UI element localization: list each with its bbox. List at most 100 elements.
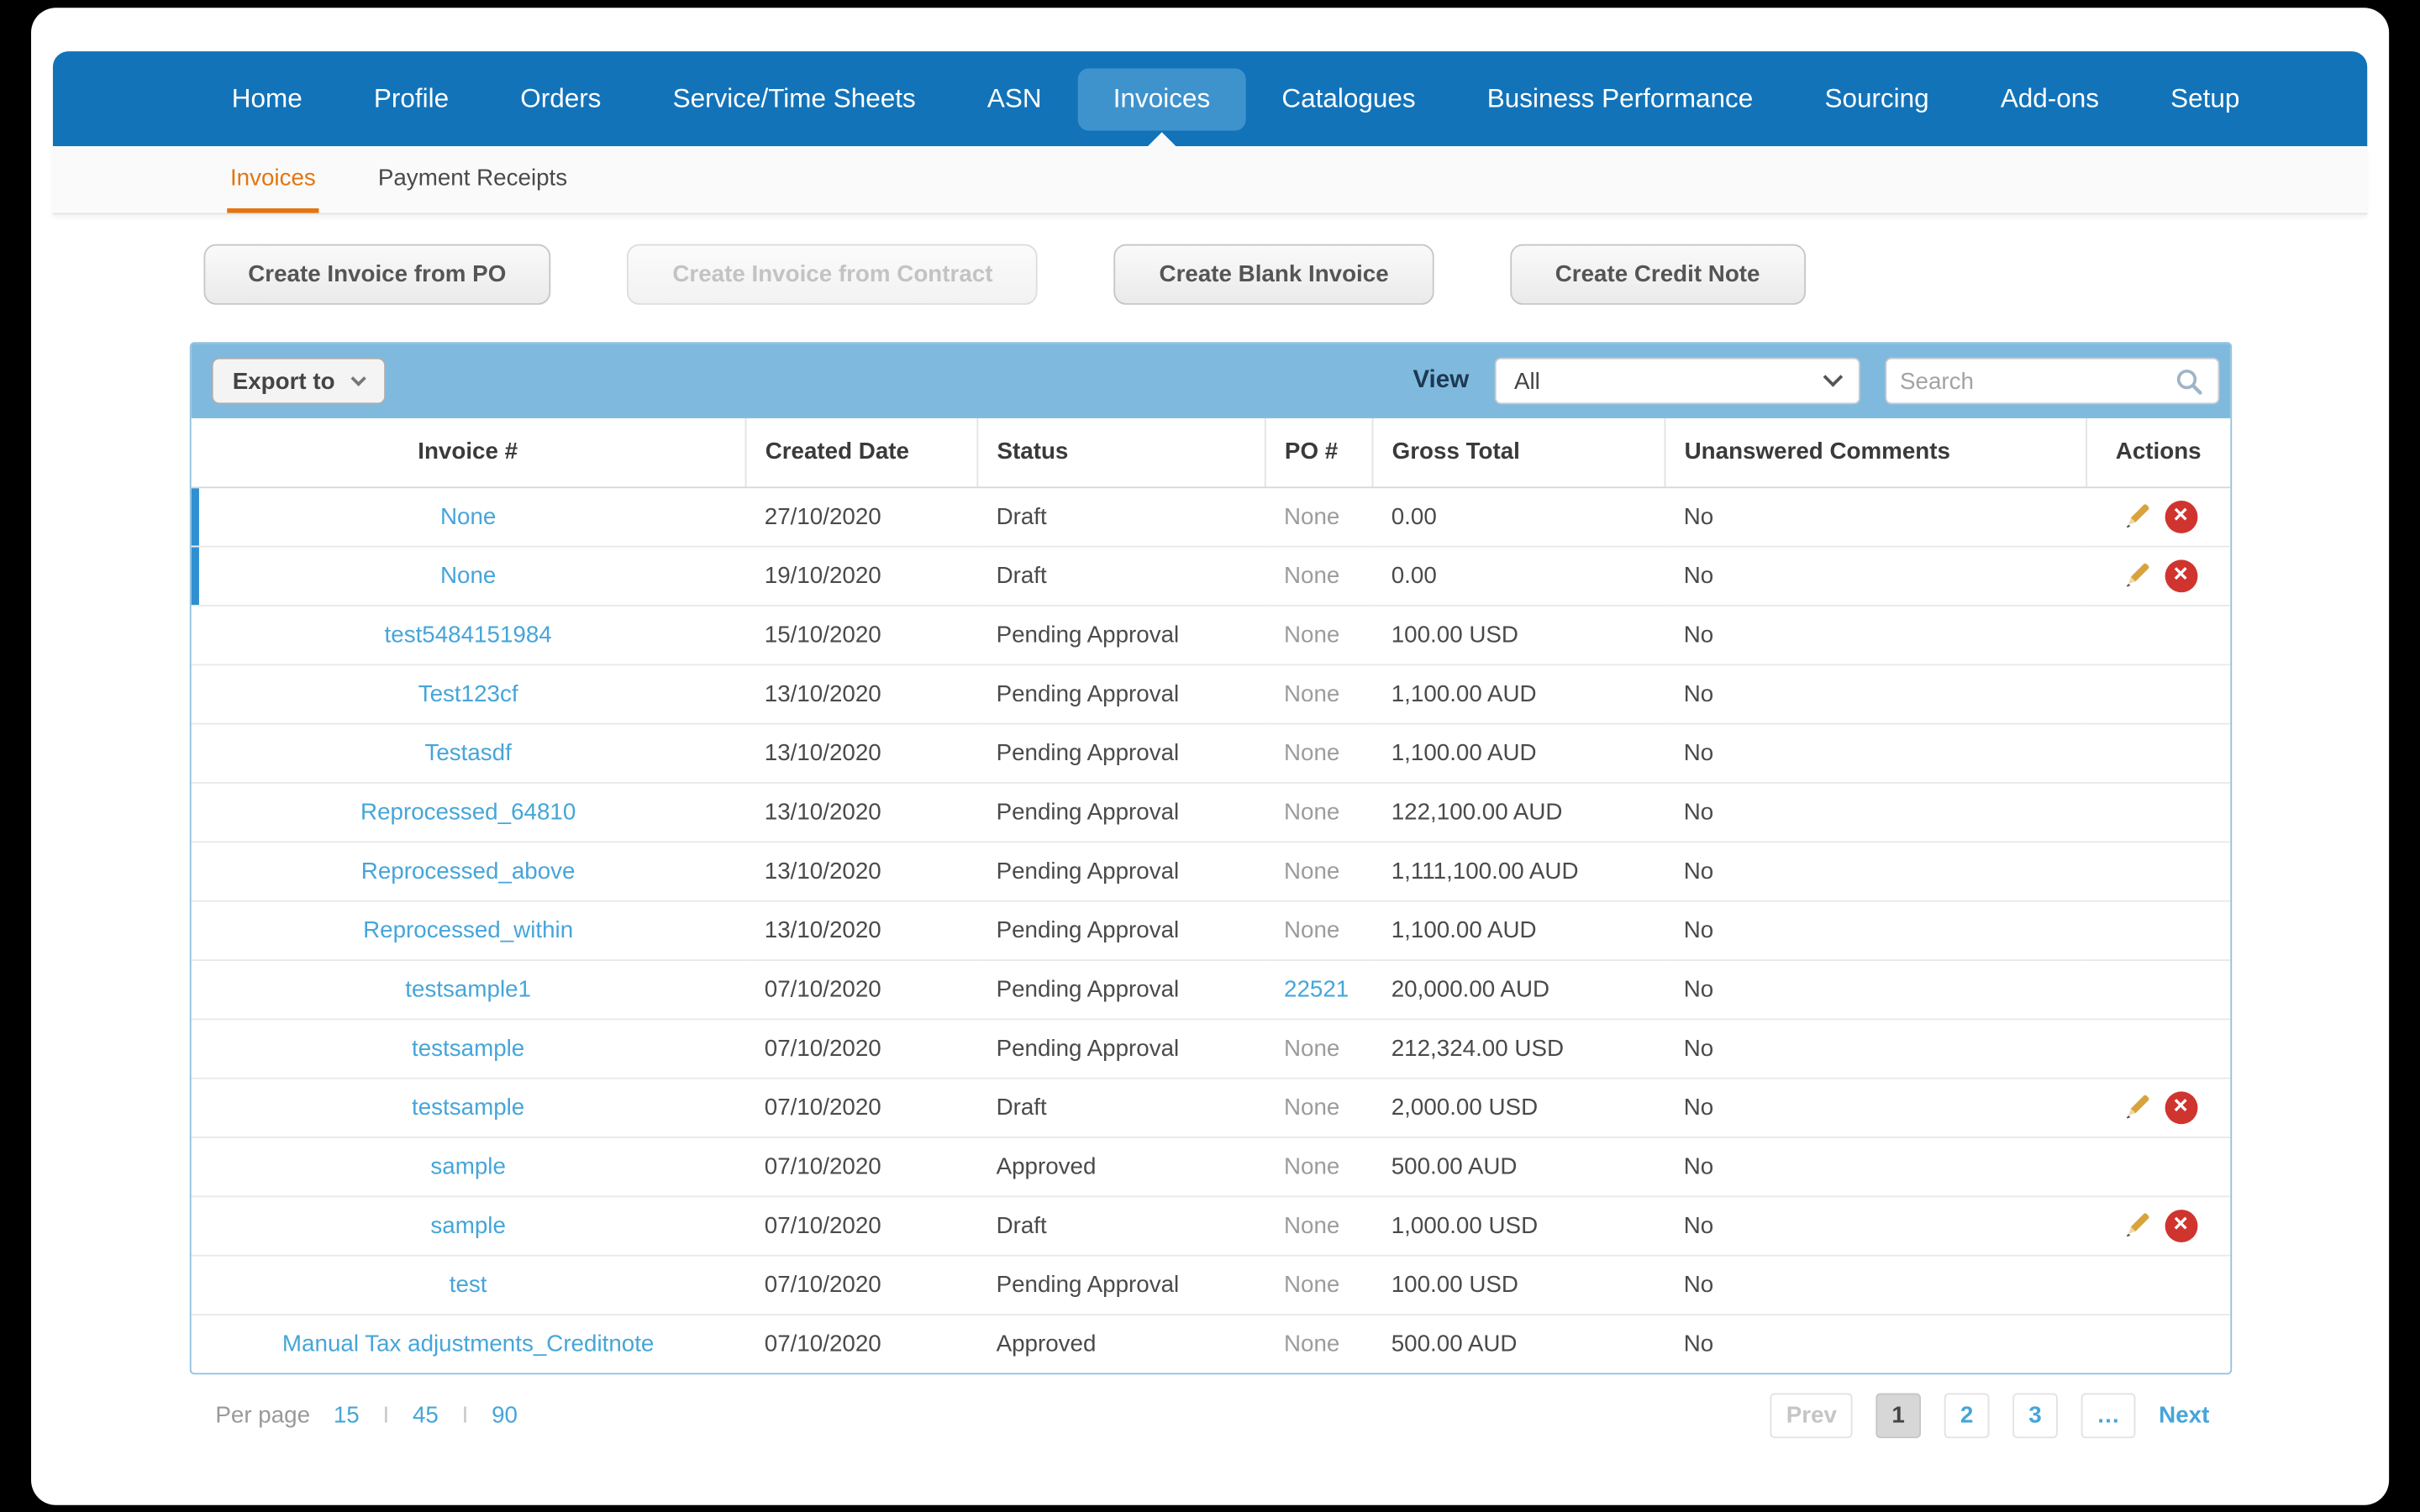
invoice-link[interactable]: Reprocessed_64810 [360,798,576,824]
nav-item-asn[interactable]: ASN [951,68,1077,130]
edit-pencil-icon[interactable] [2119,559,2154,593]
column-header-actions[interactable]: Actions [2086,417,2230,488]
export-to-button[interactable]: Export to [210,357,387,405]
nav-item-label: Business Performance [1486,83,1754,113]
nav-item-business-performance[interactable]: Business Performance [1451,68,1789,130]
unanswered-comments-cell: No [1665,722,2087,783]
nav-item-profile[interactable]: Profile [338,68,484,130]
invoice-link[interactable]: Reprocessed_within [363,916,573,942]
pagination-ellipsis[interactable]: … [2081,1393,2136,1439]
per-page-option-45[interactable]: 45 [413,1403,439,1429]
created-date-cell: 07/10/2020 [745,1314,978,1373]
status-cell: Pending Approval [977,664,1265,724]
po-value: None [1284,916,1340,943]
per-page-option-15[interactable]: 15 [334,1403,360,1429]
nav-item-invoices[interactable]: Invoices [1077,67,1246,147]
chevron-down-icon [1822,367,1843,387]
invoice-link[interactable]: None [440,562,496,588]
unanswered-comments-cell: No [1665,782,2087,843]
invoice-link[interactable]: Testasdf [424,739,511,765]
created-date-cell: 13/10/2020 [745,900,978,960]
nav-item-label: Service/Time Sheets [672,83,916,113]
per-page-option-90[interactable]: 90 [492,1403,518,1429]
invoice-link[interactable]: test5484151984 [385,621,552,647]
status-cell: Draft [977,1195,1265,1256]
invoice-link[interactable]: testsample [412,1035,524,1061]
table-row: None 27/10/2020 Draft None 0.00 No × [190,486,2230,547]
po-value: None [1284,1211,1340,1239]
column-header-invoice[interactable]: Invoice # [190,417,747,488]
per-page-separator: I [461,1402,469,1430]
prev-page-button: Prev [1770,1393,1853,1439]
invoice-cell: None [190,486,746,547]
unanswered-comments-cell: No [1665,959,2087,1020]
table-row: Reprocessed_64810 13/10/2020 Pending Appro… [190,782,2230,843]
nav-item-catalogues[interactable]: Catalogues [1246,68,1451,130]
nav-item-sourcing[interactable]: Sourcing [1789,68,1965,130]
po-cell: None [1265,545,1373,606]
invoice-link[interactable]: Manual Tax adjustments_Creditnote [282,1331,654,1357]
column-header-created-date[interactable]: Created Date [745,417,979,488]
create-invoice-from-contract-button: Create Invoice from Contract [627,244,1039,305]
delete-icon[interactable]: × [2164,500,2197,533]
edit-pencil-icon[interactable] [2119,499,2154,533]
invoice-link[interactable]: test [450,1271,487,1297]
table-body: None 27/10/2020 Draft None 0.00 No × None 19/10/… [190,486,2230,1373]
po-value: None [1284,1271,1340,1298]
next-page-button[interactable]: Next [2159,1403,2209,1429]
column-header-status[interactable]: Status [977,417,1266,488]
po-link[interactable]: 22521 [1284,976,1349,1002]
search-box [1884,357,2219,405]
po-cell: None [1265,1018,1373,1079]
nav-item-add-ons[interactable]: Add-ons [1965,68,2134,130]
main-nav: Home Profile Orders Service/Time Sheets ASN I… [52,51,2368,147]
gross-total-cell: 0.00 [1372,486,1665,547]
unanswered-comments-cell: No [1665,545,2087,606]
gross-total-cell: 1,100.00 AUD [1372,722,1665,783]
page-button-3[interactable]: 3 [2012,1393,2058,1439]
actions-cell [2086,1254,2230,1315]
actions-cell: × [2086,1195,2230,1256]
delete-icon[interactable]: × [2164,1209,2197,1242]
status-cell: Pending Approval [977,959,1265,1020]
delete-icon[interactable]: × [2164,559,2197,592]
invoice-link[interactable]: Reprocessed_above [361,858,576,884]
unanswered-comments-cell: No [1665,1018,2087,1079]
create-invoice-from-po-button[interactable]: Create Invoice from PO [203,244,551,305]
invoice-link[interactable]: testsample1 [405,976,531,1002]
search-icon[interactable] [2174,366,2203,396]
edit-pencil-icon[interactable] [2119,1090,2154,1125]
invoice-link[interactable]: sample [430,1212,506,1238]
search-input[interactable] [1899,367,2174,395]
gross-total-cell: 100.00 USD [1372,1254,1665,1315]
column-header-po[interactable]: PO # [1265,417,1374,488]
view-select-value: All [1513,367,1540,395]
subnav-item-invoices[interactable]: Invoices [227,146,319,213]
delete-icon[interactable]: × [2164,1090,2197,1124]
gross-total-cell: 1,111,100.00 AUD [1372,841,1665,901]
invoice-link[interactable]: sample [430,1153,506,1179]
nav-item-setup[interactable]: Setup [2135,68,2275,130]
invoice-link[interactable]: None [440,503,496,529]
created-date-cell: 07/10/2020 [745,1137,978,1197]
invoice-link[interactable]: testsample [412,1094,524,1120]
invoice-link[interactable]: Test123cf [418,680,518,706]
invoice-cell: Testasdf [190,722,746,783]
nav-item-home[interactable]: Home [196,68,338,130]
subnav-item-payment-receipts[interactable]: Payment Receipts [375,146,571,213]
gross-total-cell: 20,000.00 AUD [1372,959,1665,1020]
nav-item-orders[interactable]: Orders [485,68,637,130]
nav-item-label: Invoices [1113,83,1211,113]
po-value: None [1284,1152,1340,1179]
edit-pencil-icon[interactable] [2119,1208,2154,1242]
create-blank-invoice-button[interactable]: Create Blank Invoice [1113,244,1434,305]
column-header-unanswered-comments[interactable]: Unanswered Comments [1665,417,2088,488]
page-button-2[interactable]: 2 [1944,1393,1990,1439]
page-button-1[interactable]: 1 [1876,1393,1921,1439]
view-select[interactable]: All [1493,357,1860,405]
column-header-gross-total[interactable]: Gross Total [1372,417,1666,488]
created-date-cell: 13/10/2020 [745,664,978,724]
create-credit-note-button[interactable]: Create Credit Note [1510,244,1806,305]
po-value: None [1284,798,1340,825]
nav-item-service-time-sheets[interactable]: Service/Time Sheets [637,68,951,130]
